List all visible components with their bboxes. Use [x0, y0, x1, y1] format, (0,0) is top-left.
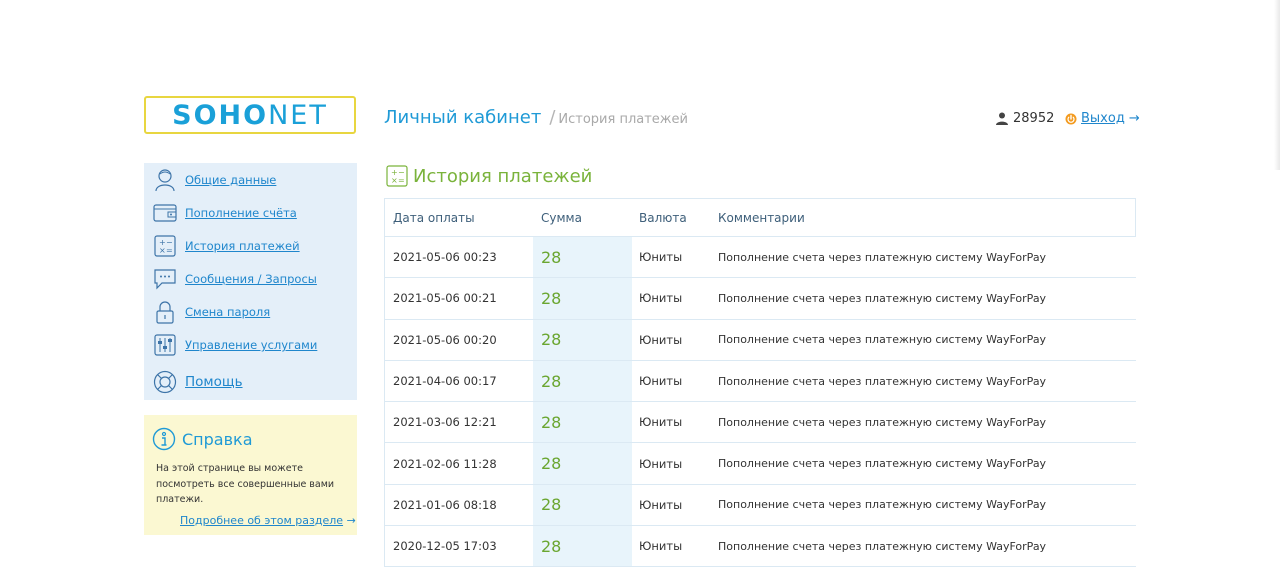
cell-date: 2021-05-06 00:23	[385, 237, 533, 278]
table-row: 2021-04-06 00:17 28 Юниты Пополнение счета …	[385, 360, 1136, 403]
sidebar-item-help[interactable]: Помощь	[144, 367, 357, 397]
cell-currency: Юниты	[632, 360, 711, 402]
sidebar-menu: Общие данные Пополнение счёта + − × = Истор…	[144, 163, 357, 400]
calculator-icon: +−×=	[386, 165, 408, 187]
cell-currency: Юниты	[632, 443, 711, 484]
column-header-currency[interactable]: Валюта	[632, 199, 711, 236]
column-header-date[interactable]: Дата оплаты	[385, 199, 533, 236]
cell-amount: 28	[533, 319, 632, 360]
cell-currency: Юниты	[632, 278, 711, 319]
svg-text:=: =	[398, 176, 405, 185]
chat-icon	[153, 267, 177, 291]
sidebar-item-payments[interactable]: + − × = История платежей	[144, 231, 357, 261]
sidebar-item-label[interactable]: Сообщения / Запросы	[185, 272, 317, 286]
cell-comment: Пополнение счета через платежную систему…	[711, 484, 1136, 526]
power-icon	[1065, 113, 1077, 124]
user-icon	[153, 168, 177, 192]
payments-table: Дата оплаты Сумма Валюта Комментарии 202…	[384, 198, 1136, 567]
cell-currency: Юниты	[632, 319, 711, 360]
cell-comment: Пополнение счета через платежную систему…	[711, 360, 1136, 402]
help-more-link[interactable]: Подробнее об этом разделе →	[180, 514, 356, 527]
logo[interactable]: SOHONET	[144, 96, 356, 134]
logo-text: SOHONET	[172, 99, 328, 131]
cell-currency: Юниты	[632, 526, 711, 567]
breadcrumb-separator: /	[549, 107, 556, 128]
svg-text:×: ×	[391, 176, 398, 185]
cell-amount: 28	[533, 360, 632, 402]
logout-label[interactable]: Выход	[1081, 111, 1125, 126]
sidebar-item-label[interactable]: Общие данные	[185, 173, 276, 187]
sidebar-item-services[interactable]: Управление услугами	[144, 330, 357, 360]
table-row: 2021-05-06 00:23 28 Юниты Пополнение счета …	[385, 237, 1136, 279]
cell-comment: Пополнение счета через платежную систему…	[711, 319, 1136, 360]
account-id: 28952	[1013, 111, 1055, 126]
sidebar-item-label[interactable]: История платежей	[185, 239, 300, 253]
sidebar-item-label[interactable]: Управление услугами	[185, 338, 317, 352]
cell-date: 2021-05-06 00:21	[385, 278, 533, 319]
section-title: + − × = История платежей	[386, 165, 592, 187]
cell-amount: 28	[533, 526, 632, 567]
cell-amount: 28	[533, 443, 632, 484]
cell-date: 2021-04-06 00:17	[385, 360, 533, 402]
calculator-icon: +−×=	[153, 234, 177, 258]
table-header: Дата оплаты Сумма Валюта Комментарии	[385, 199, 1135, 237]
arrow-right-icon: →	[346, 514, 356, 527]
table-row: 2021-03-06 12:21 28 Юниты Пополнение счета …	[385, 402, 1136, 444]
page-title[interactable]: Личный кабинет	[384, 107, 541, 128]
sidebar-item-label[interactable]: Пополнение счёта	[185, 206, 297, 220]
user-icon	[996, 112, 1008, 125]
help-more-link-label[interactable]: Подробнее об этом разделе	[180, 514, 343, 527]
cell-amount: 28	[533, 484, 632, 526]
cell-date: 2021-05-06 00:20	[385, 319, 533, 360]
sidebar-item-messages[interactable]: Сообщения / Запросы	[144, 264, 357, 294]
cell-comment: Пополнение счета через платежную систему…	[711, 443, 1136, 484]
scrollbar-edge	[1274, 0, 1280, 170]
sidebar-item-password[interactable]: Смена пароля	[144, 297, 357, 327]
arrow-right-icon: →	[1128, 111, 1140, 126]
cell-comment: Пополнение счета через платежную систему…	[711, 526, 1136, 567]
table-row: 2021-05-06 00:21 28 Юниты Пополнение счета …	[385, 278, 1136, 320]
help-title-text: Справка	[182, 429, 253, 449]
table-row: 2021-05-06 00:20 28 Юниты Пополнение счета …	[385, 319, 1136, 361]
table-row: 2020-12-05 17:03 28 Юниты Пополнение счета …	[385, 526, 1136, 567]
wallet-icon	[153, 201, 177, 225]
help-panel: Справка На этой странице вы можете посмо…	[144, 415, 357, 535]
cell-comment: Пополнение счета через платежную систему…	[711, 237, 1136, 278]
cell-amount: 28	[533, 278, 632, 319]
breadcrumb-current: История платежей	[558, 112, 688, 127]
svg-text:×: ×	[159, 246, 166, 255]
cell-comment: Пополнение счета через платежную систему…	[711, 402, 1136, 443]
cell-date: 2021-03-06 12:21	[385, 402, 533, 443]
cell-currency: Юниты	[632, 237, 711, 278]
sliders-icon	[153, 333, 177, 357]
sidebar-item-label[interactable]: Помощь	[185, 374, 243, 390]
help-text: На этой странице вы можете посмотреть вс…	[156, 463, 335, 505]
cell-currency: Юниты	[632, 484, 711, 526]
column-header-amount[interactable]: Сумма	[533, 199, 632, 236]
section-title-text: История платежей	[413, 165, 593, 187]
sidebar-item-general[interactable]: Общие данные	[144, 165, 357, 195]
cell-currency: Юниты	[632, 402, 711, 443]
svg-text:=: =	[166, 246, 173, 255]
account-info: 28952	[996, 111, 1054, 126]
cell-amount: 28	[533, 237, 632, 278]
cell-date: 2021-02-06 11:28	[385, 443, 533, 484]
sidebar-item-label[interactable]: Смена пароля	[185, 305, 270, 319]
lock-icon	[153, 300, 177, 324]
table-row: 2021-02-06 11:28 28 Юниты Пополнение счета …	[385, 443, 1136, 485]
breadcrumb: Личный кабинет / История платежей	[384, 107, 688, 128]
column-header-comment[interactable]: Комментарии	[711, 199, 1136, 236]
logout-button[interactable]: Выход →	[1065, 111, 1140, 126]
help-title: Справка	[152, 427, 253, 451]
cell-amount: 28	[533, 402, 632, 443]
table-row: 2021-01-06 08:18 28 Юниты Пополнение счета …	[385, 484, 1136, 527]
info-icon	[152, 427, 176, 451]
cell-date: 2020-12-05 17:03	[385, 526, 533, 567]
cell-comment: Пополнение счета через платежную систему…	[711, 278, 1136, 319]
cell-date: 2021-01-06 08:18	[385, 484, 533, 526]
sidebar-item-topup[interactable]: Пополнение счёта	[144, 198, 357, 228]
lifebuoy-icon	[153, 370, 177, 394]
